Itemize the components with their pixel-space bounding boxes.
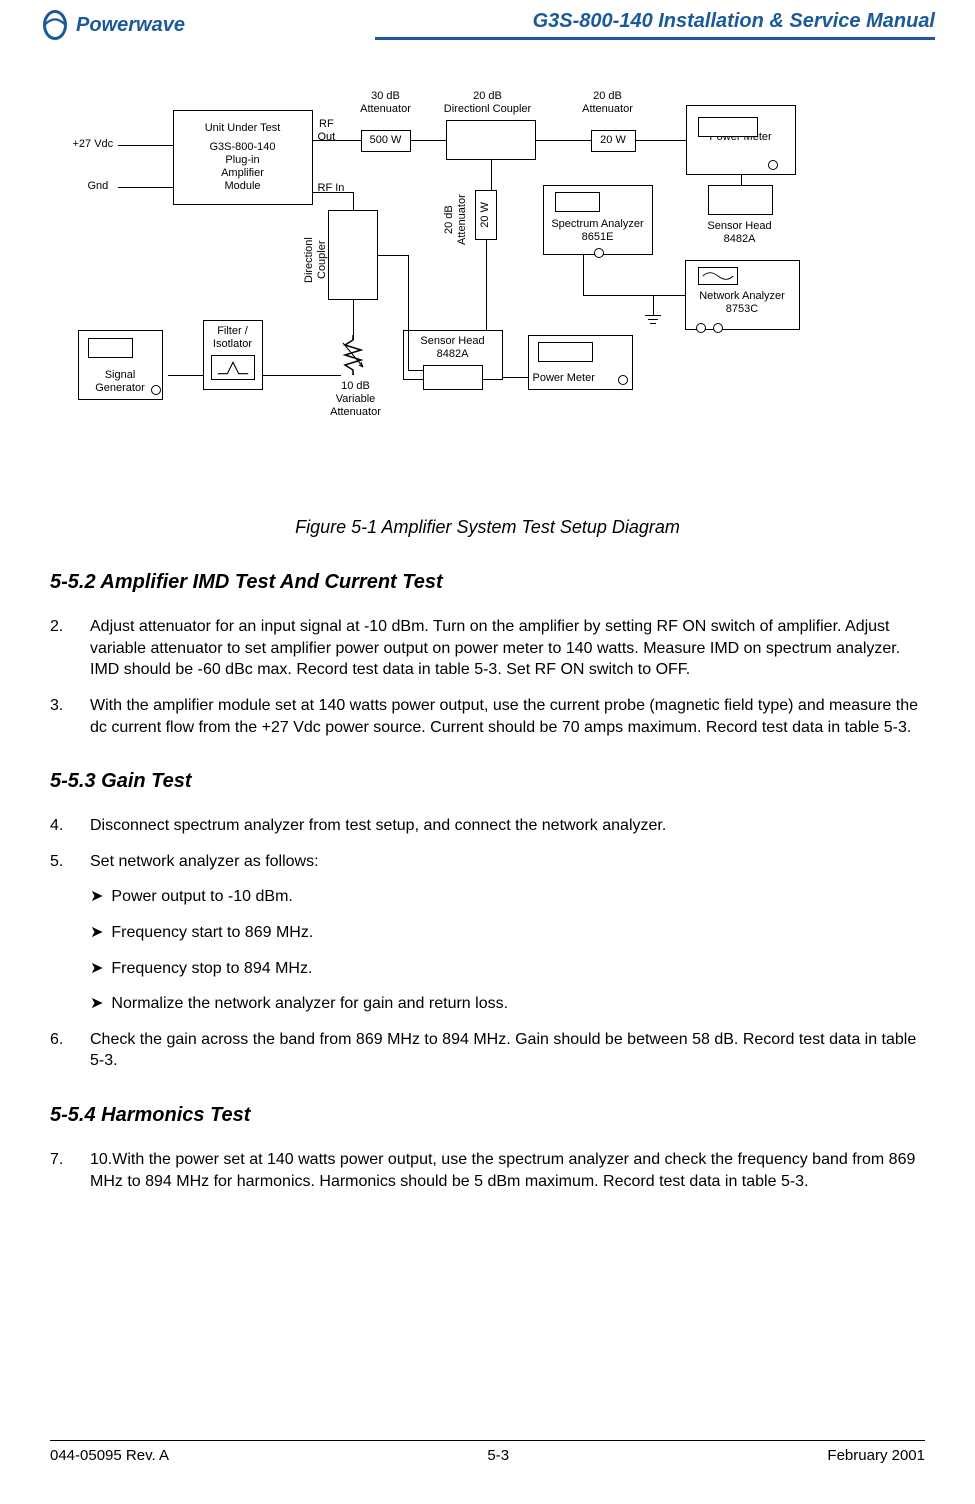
label-30db: 30 dB Attenuator (351, 90, 421, 116)
footer-center: 5-3 (487, 1447, 509, 1464)
box-20w-b: 20 W (475, 190, 497, 240)
label-dircoup-v: Directionl Coupler (303, 220, 329, 300)
substep-1: Power output to -10 dBm. (90, 886, 925, 908)
inner-pm-r (698, 117, 758, 137)
box-sensor-r-shape (708, 185, 773, 215)
box-uut: Unit Under Test G3S-800-140 Plug-in Ampl… (173, 110, 313, 205)
label-spectrum: Spectrum Analyzer 8651E (545, 218, 651, 244)
box-500w: 500 W (361, 130, 411, 152)
heading-5-5-4: 5-5.4 Harmonics Test (50, 1102, 925, 1129)
label-var-att: 10 dB Variable Attenuator (326, 380, 386, 420)
box-power-meter-r: Power Meter (686, 105, 796, 175)
heading-5-5-2: 5-5.2 Amplifier IMD Test And Current Tes… (50, 569, 925, 596)
label-gnd: Gnd (88, 180, 109, 193)
brand-name: Powerwave (76, 14, 185, 37)
step-3: 3. With the amplifier module set at 140 … (50, 695, 925, 738)
label-sensor-r: Sensor Head 8482A (690, 220, 790, 246)
box-dircoup-v (328, 210, 378, 300)
label-20db-b: 20 dB Attenuator (443, 185, 469, 255)
label-27vdc: +27 Vdc (73, 138, 114, 151)
substep-2: Frequency start to 869 MHz. (90, 922, 925, 944)
step-4: 4. Disconnect spectrum analyzer from tes… (50, 815, 925, 837)
resistor-icon (341, 335, 366, 375)
label-20db-a: 20 dB Attenuator (573, 90, 643, 116)
powerwave-icon (40, 10, 70, 40)
substep-4: Normalize the network analyzer for gain … (90, 993, 925, 1015)
heading-5-5-3: 5-5.3 Gain Test (50, 768, 925, 795)
footer-left: 044-05095 Rev. A (50, 1447, 169, 1464)
footer-right: February 2001 (827, 1447, 925, 1464)
step-5: 5. Set network analyzer as follows: (50, 851, 925, 873)
label-dircoup-h: 20 dB Directionl Coupler (433, 90, 543, 116)
brand-logo: Powerwave (40, 10, 185, 40)
doc-title-block: G3S-800-140 Installation & Service Manua… (375, 10, 935, 40)
figure-diagram: +27 Vdc Gnd Unit Under Test G3S-800-140 … (50, 80, 925, 500)
substep-3: Frequency stop to 894 MHz. (90, 958, 925, 980)
box-dircoup-h (446, 120, 536, 160)
figure-caption: Figure 5-1 Amplifier System Test Setup D… (50, 515, 925, 539)
page-footer: 044-05095 Rev. A 5-3 February 2001 (50, 1440, 925, 1464)
doc-title: G3S-800-140 Installation & Service Manua… (375, 10, 935, 33)
step-7: 7. 10.With the power set at 140 watts po… (50, 1149, 925, 1192)
step-2: 2. Adjust attenuator for an input signal… (50, 616, 925, 681)
label-network: Network Analyzer 8753C (687, 290, 798, 316)
label-rfin: RF In (318, 182, 345, 195)
box-20w-a: 20 W (591, 130, 636, 152)
step-6: 6. Check the gain across the band from 8… (50, 1029, 925, 1072)
